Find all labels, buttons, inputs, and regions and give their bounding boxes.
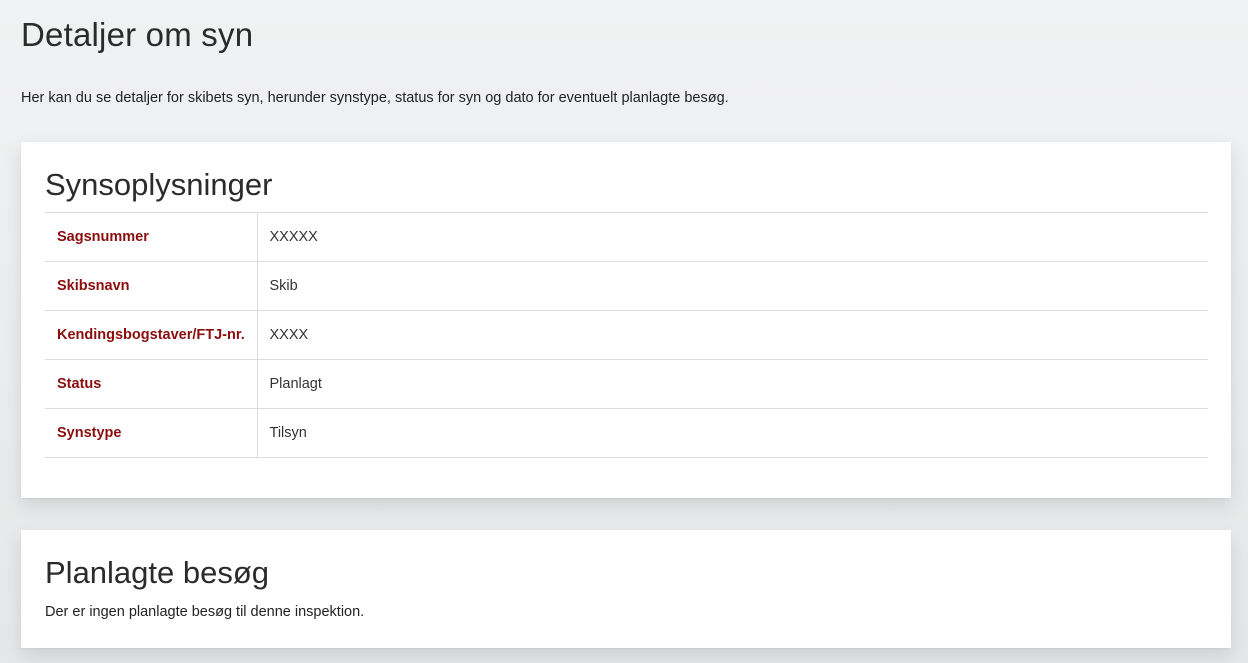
row-label-status: Status [45,359,258,409]
row-label-ship-name: Skibsnavn [45,261,258,311]
row-label-call-sign: Kendingsbogstaver/FTJ-nr. [45,310,258,360]
row-label-case-number: Sagsnummer [45,212,258,262]
planned-visits-title: Planlagte besøg [45,555,270,590]
inspection-info-card: Synsoplysninger Sagsnummer XXXXX Skibsna… [21,142,1231,498]
table-row: Synstype Tilsyn [45,408,1208,458]
inspection-info-table: Sagsnummer XXXXX Skibsnavn Skib Kendings… [45,212,1208,458]
table-row: Kendingsbogstaver/FTJ-nr. XXXX [45,310,1208,360]
row-value-inspection-type: Tilsyn [269,425,307,441]
table-row: Sagsnummer XXXXX [45,212,1208,262]
inspection-info-title: Synsoplysninger [45,167,273,202]
page-title: Detaljer om syn [21,16,254,53]
planned-visits-card: Planlagte besøg Der er ingen planlagte b… [21,530,1231,648]
page-intro-text: Her kan du se detaljer for skibets syn, … [21,90,729,106]
row-value-status: Planlagt [269,376,322,392]
row-value-call-sign: XXXX [269,327,309,343]
row-label-inspection-type: Synstype [45,408,258,458]
table-row: Status Planlagt [45,359,1208,409]
page: Detaljer om syn Her kan du se detaljer f… [0,0,1248,663]
planned-visits-empty-text: Der er ingen planlagte besøg til denne i… [45,604,365,620]
table-row: Skibsnavn Skib [45,261,1208,311]
row-value-case-number: XXXXX [269,229,318,245]
row-value-ship-name: Skib [269,278,298,294]
